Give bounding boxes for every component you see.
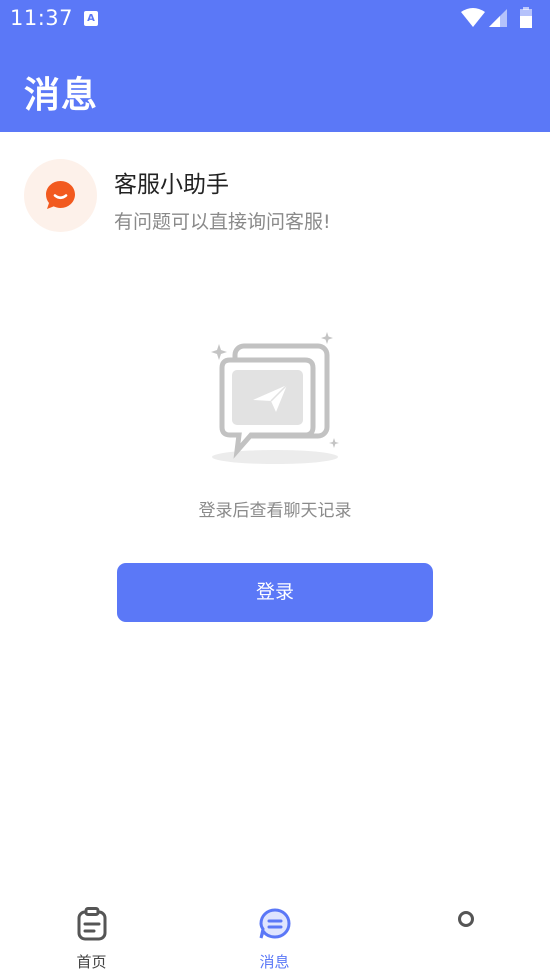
- customer-service-item[interactable]: 客服小助手 有问题可以直接询问客服!: [0, 147, 550, 247]
- status-time: 11:37: [10, 6, 74, 30]
- nav-label-home: 首页: [76, 953, 107, 971]
- clipboard-icon: [77, 907, 106, 941]
- wifi-icon: [461, 8, 485, 27]
- nav-label-messages: 消息: [259, 953, 290, 971]
- chat-bubble-icon: [46, 181, 75, 209]
- customer-service-avatar: [24, 159, 97, 232]
- battery-icon: [520, 7, 532, 28]
- notification-icon: A: [84, 11, 98, 26]
- message-plane-illustration: [211, 332, 339, 464]
- nav-item-home[interactable]: 首页: [0, 895, 183, 977]
- status-bar: 11:37 A: [0, 0, 550, 38]
- login-button[interactable]: 登录: [117, 563, 433, 622]
- profile-icon: [457, 911, 474, 927]
- page-title: 消息: [24, 75, 99, 116]
- status-icons: [461, 7, 541, 28]
- customer-service-name: 客服小助手: [114, 172, 229, 198]
- header: 11:37 A 消息: [0, 0, 550, 132]
- nav-item-messages[interactable]: 消息: [183, 895, 366, 977]
- bottom-nav: 首页 消息: [0, 895, 550, 977]
- message-icon: [258, 908, 291, 939]
- empty-state-text: 登录后查看聊天记录: [198, 501, 352, 521]
- nav-item-profile[interactable]: [366, 895, 549, 977]
- messages-screen: 11:37 A 消息 客服小助手 有问题可以直接询问客服! 登录后查看聊天记录 …: [0, 0, 550, 977]
- customer-service-description: 有问题可以直接询问客服!: [114, 211, 331, 233]
- signal-icon: [489, 9, 507, 27]
